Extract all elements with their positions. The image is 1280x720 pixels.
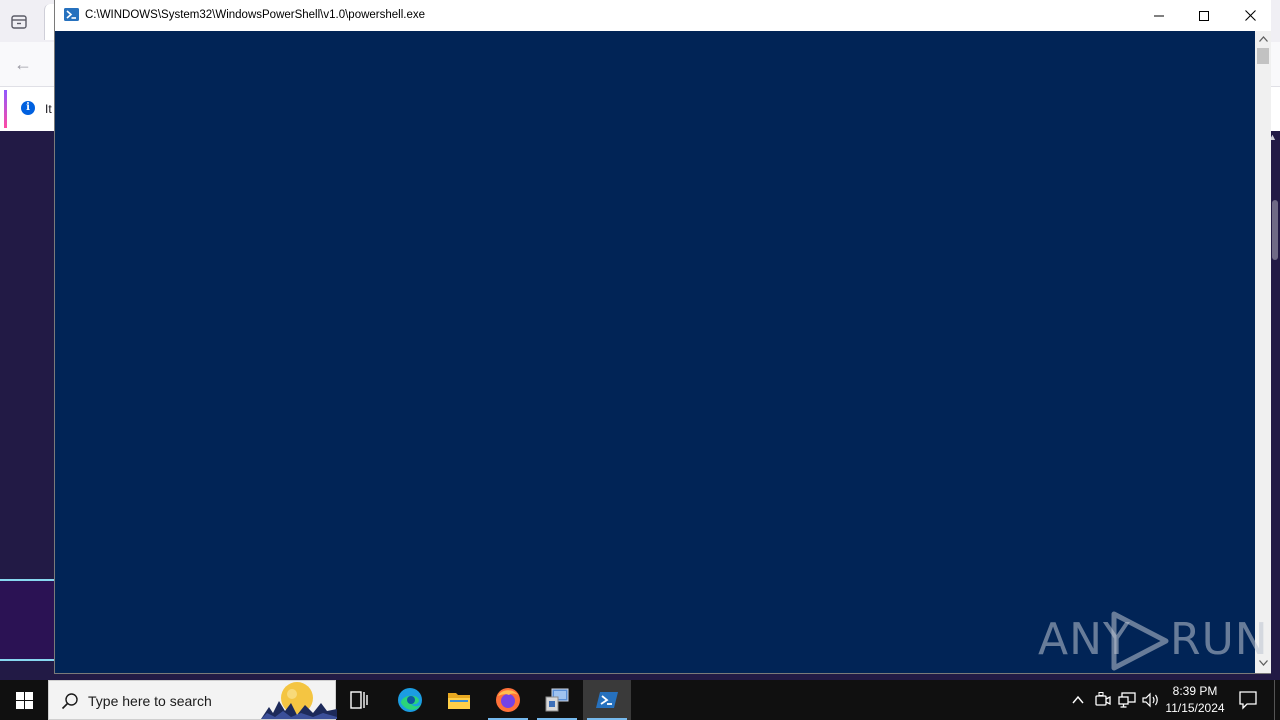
- close-button[interactable]: [1227, 0, 1273, 31]
- maximize-icon: [1199, 10, 1209, 21]
- network-icon[interactable]: [1118, 692, 1136, 708]
- installer-icon: [545, 688, 569, 712]
- powershell-icon: [596, 692, 618, 708]
- search-icon: [61, 693, 78, 710]
- powershell-icon: [64, 8, 79, 21]
- taskbar-search-box[interactable]: Type here to search: [48, 680, 337, 720]
- minimize-button[interactable]: [1136, 0, 1182, 31]
- start-button[interactable]: [0, 680, 48, 720]
- scrollbar-thumb[interactable]: [1257, 48, 1269, 64]
- taskbar-app-firefox[interactable]: [484, 680, 532, 720]
- folder-icon: [448, 693, 470, 709]
- chevron-up-icon: [1258, 36, 1268, 42]
- play-logo-icon: [1111, 611, 1169, 671]
- anyrun-watermark: ANY RUN: [1038, 608, 1268, 672]
- task-view-icon: [350, 691, 368, 709]
- maximize-button[interactable]: [1181, 0, 1227, 31]
- close-icon: [1244, 10, 1256, 21]
- chevron-up-icon[interactable]: [1070, 692, 1086, 708]
- info-bar-accent: [4, 90, 7, 128]
- scroll-up-button[interactable]: [1255, 31, 1271, 47]
- firefox-icon: [496, 688, 520, 712]
- taskbar-app-edge[interactable]: [386, 680, 434, 720]
- show-desktop-button[interactable]: [1274, 680, 1275, 720]
- watermark-right-text: RUN: [1170, 614, 1269, 665]
- page-divider-line: [0, 659, 54, 661]
- clock-date: 11/15/2024: [1165, 701, 1225, 715]
- page-scrollbar-thumb[interactable]: [1272, 200, 1278, 260]
- info-icon: i: [21, 101, 35, 115]
- task-view-button[interactable]: [336, 680, 384, 720]
- powershell-window[interactable]: C:\WINDOWS\System32\WindowsPowerShell\v1…: [54, 0, 1271, 674]
- edge-icon: [398, 688, 422, 712]
- page-panel: [0, 581, 54, 659]
- windows-logo-icon: [15, 691, 33, 709]
- taskbar-app-file-explorer[interactable]: [435, 680, 483, 720]
- taskbar-app-powershell[interactable]: [583, 680, 631, 720]
- minimize-icon: [1154, 15, 1164, 16]
- clock-time: 8:39 PM: [1172, 684, 1218, 698]
- console-area[interactable]: [55, 31, 1255, 673]
- meet-now-icon[interactable]: [1094, 692, 1112, 708]
- volume-icon[interactable]: [1142, 692, 1160, 708]
- taskbar-app-installer[interactable]: [533, 680, 581, 720]
- tab-list-icon[interactable]: [11, 15, 27, 29]
- powershell-title-bar[interactable]: C:\WINDOWS\System32\WindowsPowerShell\v1…: [55, 0, 1271, 31]
- info-bar-text: It: [45, 102, 52, 116]
- back-arrow-icon[interactable]: ←: [14, 54, 34, 74]
- console-scrollbar[interactable]: [1255, 31, 1271, 673]
- search-placeholder: Type here to search: [88, 693, 212, 709]
- search-highlight-art: [261, 682, 337, 719]
- taskbar: Type here to search 8:39 PM 11/15/2024: [0, 680, 1280, 720]
- window-title: C:\WINDOWS\System32\WindowsPowerShell\v1…: [85, 9, 426, 21]
- notification-icon[interactable]: [1238, 690, 1258, 710]
- taskbar-clock[interactable]: 8:39 PM 11/15/2024: [1162, 683, 1228, 717]
